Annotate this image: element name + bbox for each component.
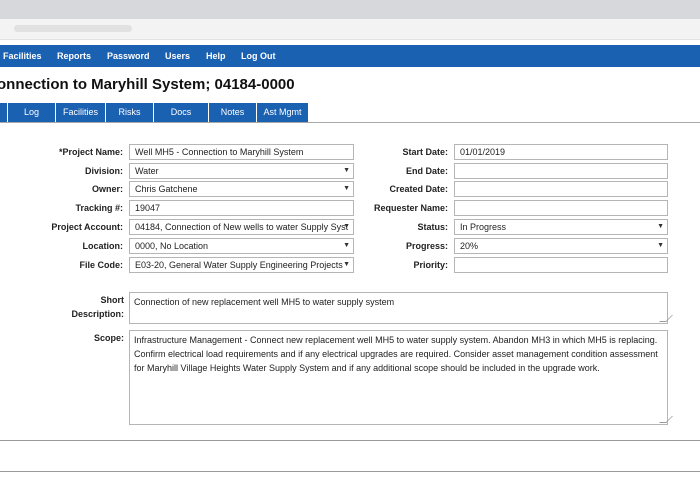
tab-facilities[interactable]: Facilities	[56, 103, 106, 122]
caret-down-icon: ▼	[343, 167, 350, 174]
nav-facilities[interactable]: Facilities	[3, 45, 42, 67]
project-account-label: Project Account:	[51, 222, 123, 232]
owner-select[interactable]: Chris Gatchene ▼	[129, 181, 354, 197]
footer-divider	[0, 471, 700, 472]
short-description-text: Connection of new replacement well MH5 t…	[134, 297, 395, 307]
division-label: Division:	[84, 166, 123, 176]
short-description-label: Short Description:	[71, 293, 124, 321]
file-code-select[interactable]: E03-20, General Water Supply Engineering…	[129, 257, 354, 273]
tab-ast-mgmt[interactable]: Ast Mgmt	[257, 103, 309, 122]
nav-users[interactable]: Users	[165, 45, 190, 67]
status-value: In Progress	[460, 222, 507, 232]
page-title: onnection to Maryhill System; 04184-0000	[0, 76, 295, 93]
end-date-label: End Date:	[405, 166, 448, 176]
location-select[interactable]: 0000, No Location ▼	[129, 238, 354, 254]
short-description-label-line2: Description:	[71, 309, 124, 319]
location-value: 0000, No Location	[135, 241, 209, 251]
caret-down-icon: ▼	[343, 223, 350, 230]
status-select[interactable]: In Progress ▼	[454, 219, 668, 235]
created-date-input[interactable]	[454, 181, 668, 197]
short-description-label-line1: Short	[100, 295, 125, 305]
caret-down-icon: ▼	[657, 242, 664, 249]
tracking-input[interactable]: 19047	[129, 200, 354, 216]
nav-help[interactable]: Help	[206, 45, 226, 67]
project-account-value: 04184, Connection of New wells to water …	[135, 222, 349, 232]
priority-label: Priority:	[413, 260, 448, 270]
division-select[interactable]: Water ▼	[129, 163, 354, 179]
end-date-input[interactable]	[454, 163, 668, 179]
status-label: Status:	[417, 222, 448, 232]
requester-name-label: Requester Name:	[373, 203, 448, 213]
progress-select[interactable]: 20% ▼	[454, 238, 668, 254]
tab-risks[interactable]: Risks	[106, 103, 154, 122]
progress-value: 20%	[460, 241, 479, 251]
tab-docs[interactable]: Docs	[154, 103, 209, 122]
tab-divider	[0, 122, 700, 123]
top-navigation: Facilities Reports Password Users Help L…	[0, 45, 700, 67]
resize-grip-icon[interactable]	[659, 416, 673, 423]
requester-name-input[interactable]	[454, 200, 668, 216]
created-date-label: Created Date:	[389, 184, 448, 194]
division-value: Water	[135, 166, 159, 176]
location-label: Location:	[82, 241, 124, 251]
scope-label: Scope:	[93, 333, 124, 343]
nav-password[interactable]: Password	[107, 45, 150, 67]
start-date-label: Start Date:	[402, 147, 448, 157]
caret-down-icon: ▼	[343, 261, 350, 268]
owner-label: Owner:	[91, 184, 123, 194]
blurred-url	[14, 25, 132, 32]
tab-partial[interactable]	[0, 103, 8, 122]
address-bar	[0, 19, 700, 40]
resize-grip-icon[interactable]	[659, 315, 673, 322]
caret-down-icon: ▼	[343, 185, 350, 192]
nav-reports[interactable]: Reports	[57, 45, 91, 67]
section-divider	[0, 440, 700, 441]
file-code-value: E03-20, General Water Supply Engineering…	[135, 260, 343, 270]
owner-value: Chris Gatchene	[135, 184, 198, 194]
progress-label: Progress:	[405, 241, 448, 251]
caret-down-icon: ▼	[343, 242, 350, 249]
tracking-label: Tracking #:	[75, 203, 123, 213]
browser-chrome	[0, 0, 700, 20]
scope-text: Infrastructure Management - Connect new …	[134, 335, 658, 373]
tab-notes[interactable]: Notes	[209, 103, 257, 122]
tab-bar: Log Facilities Risks Docs Notes Ast Mgmt	[0, 103, 700, 123]
start-date-input[interactable]: 01/01/2019	[454, 144, 668, 160]
project-name-input[interactable]: Well MH5 - Connection to Maryhill System	[129, 144, 354, 160]
tab-log[interactable]: Log	[8, 103, 56, 122]
project-account-select[interactable]: 04184, Connection of New wells to water …	[129, 219, 354, 235]
scope-textarea[interactable]: Infrastructure Management - Connect new …	[129, 330, 673, 425]
project-name-label: *Project Name:	[58, 147, 123, 157]
nav-log-out[interactable]: Log Out	[241, 45, 276, 67]
priority-input[interactable]	[454, 257, 668, 273]
caret-down-icon: ▼	[657, 223, 664, 230]
file-code-label: File Code:	[79, 260, 123, 270]
short-description-textarea[interactable]: Connection of new replacement well MH5 t…	[129, 292, 673, 324]
